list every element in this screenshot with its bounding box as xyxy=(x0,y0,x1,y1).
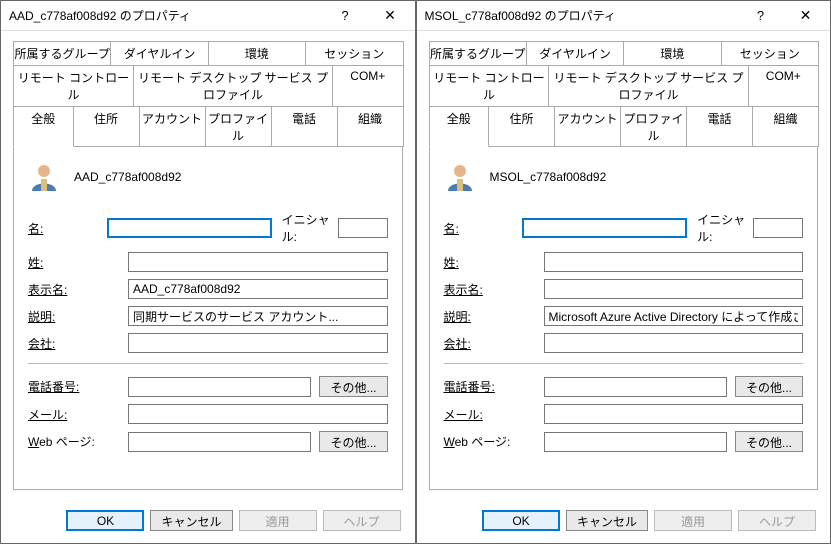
description-input[interactable] xyxy=(128,306,388,326)
initials-input[interactable] xyxy=(338,218,388,238)
tab-session[interactable]: セッション xyxy=(305,41,403,65)
ok-button[interactable]: OK xyxy=(66,510,144,531)
user-icon xyxy=(444,161,476,193)
first-name-input[interactable] xyxy=(107,218,272,238)
phone-other-button[interactable]: その他... xyxy=(319,376,387,397)
label-company: 会社: xyxy=(28,335,128,352)
phone-input[interactable] xyxy=(544,377,727,397)
last-name-input[interactable] xyxy=(544,252,804,272)
help-button[interactable]: ? xyxy=(738,2,783,30)
tab-groups[interactable]: 所属するグループ xyxy=(13,41,111,65)
last-name-input[interactable] xyxy=(128,252,388,272)
tab-strip: 所属するグループ ダイヤルイン 環境 セッション リモート コントロール リモー… xyxy=(13,41,403,147)
tab-address[interactable]: 住所 xyxy=(488,106,555,147)
tab-dialin[interactable]: ダイヤルイン xyxy=(110,41,208,65)
user-display-name: AAD_c778af008d92 xyxy=(74,170,181,184)
tab-panel-general: AAD_c778af008d92 名: イニシャル: 姓: 表示名: 説明: xyxy=(13,146,403,490)
label-initials: イニシャル: xyxy=(282,211,332,245)
dialog-footer: OK キャンセル 適用 ヘルプ xyxy=(1,500,415,543)
tab-complus[interactable]: COM+ xyxy=(332,65,403,106)
label-desc: 説明: xyxy=(444,308,544,325)
tab-strip: 所属するグループ ダイヤルイン 環境 セッション リモート コントロール リモー… xyxy=(429,41,819,147)
first-name-input[interactable] xyxy=(522,218,687,238)
tab-profile[interactable]: プロファイル xyxy=(205,106,272,147)
label-mail: メール: xyxy=(28,406,128,423)
tab-environment[interactable]: 環境 xyxy=(208,41,306,65)
tab-complus[interactable]: COM+ xyxy=(748,65,819,106)
web-other-button[interactable]: その他... xyxy=(319,431,387,452)
tab-address[interactable]: 住所 xyxy=(73,106,140,147)
label-company: 会社: xyxy=(444,335,544,352)
tab-environment[interactable]: 環境 xyxy=(623,41,721,65)
divider xyxy=(444,363,804,364)
tab-org[interactable]: 組織 xyxy=(752,106,819,147)
label-web: Web ページ: xyxy=(28,433,128,450)
tab-phone[interactable]: 電話 xyxy=(271,106,338,147)
tab-account[interactable]: アカウント xyxy=(554,106,621,147)
label-initials: イニシャル: xyxy=(697,211,747,245)
display-name-input[interactable] xyxy=(544,279,804,299)
label-phone: 電話番号: xyxy=(28,378,128,395)
label-last: 姓: xyxy=(28,254,128,271)
initials-input[interactable] xyxy=(753,218,803,238)
label-first: 名: xyxy=(444,220,523,237)
mail-input[interactable] xyxy=(128,404,388,424)
label-web: Web ページ: xyxy=(444,433,544,450)
tab-general[interactable]: 全般 xyxy=(13,106,74,147)
label-first: 名: xyxy=(28,220,107,237)
tab-remotectrl[interactable]: リモート コントロール xyxy=(429,65,550,106)
company-input[interactable] xyxy=(128,333,388,353)
close-button[interactable]: ✕ xyxy=(783,2,828,30)
tab-remotectrl[interactable]: リモート コントロール xyxy=(13,65,134,106)
tab-profile[interactable]: プロファイル xyxy=(620,106,687,147)
cancel-button[interactable]: キャンセル xyxy=(566,510,648,531)
phone-other-button[interactable]: その他... xyxy=(735,376,803,397)
web-other-button[interactable]: その他... xyxy=(735,431,803,452)
tab-groups[interactable]: 所属するグループ xyxy=(429,41,527,65)
titlebar: MSOL_c778af008d92 のプロパティ ? ✕ xyxy=(417,1,831,31)
label-display: 表示名: xyxy=(28,281,128,298)
company-input[interactable] xyxy=(544,333,804,353)
properties-dialog: AAD_c778af008d92 のプロパティ ? ✕ 所属するグループ ダイヤ… xyxy=(0,0,416,544)
label-mail: メール: xyxy=(444,406,544,423)
titlebar: AAD_c778af008d92 のプロパティ ? ✕ xyxy=(1,1,415,31)
label-phone: 電話番号: xyxy=(444,378,544,395)
divider xyxy=(28,363,388,364)
phone-input[interactable] xyxy=(128,377,311,397)
cancel-button[interactable]: キャンセル xyxy=(150,510,232,531)
tab-phone[interactable]: 電話 xyxy=(686,106,753,147)
web-input[interactable] xyxy=(544,432,727,452)
help-button-footer: ヘルプ xyxy=(323,510,401,531)
description-input[interactable] xyxy=(544,306,804,326)
tab-rds-profile[interactable]: リモート デスクトップ サービス プロファイル xyxy=(133,65,333,106)
dialog-footer: OK キャンセル 適用 ヘルプ xyxy=(417,500,831,543)
tab-account[interactable]: アカウント xyxy=(139,106,206,147)
label-display: 表示名: xyxy=(444,281,544,298)
display-name-input[interactable] xyxy=(128,279,388,299)
properties-dialog: MSOL_c778af008d92 のプロパティ ? ✕ 所属するグループ ダイ… xyxy=(416,0,831,544)
mail-input[interactable] xyxy=(544,404,804,424)
label-desc: 説明: xyxy=(28,308,128,325)
tab-dialin[interactable]: ダイヤルイン xyxy=(526,41,624,65)
apply-button: 適用 xyxy=(654,510,732,531)
ok-button[interactable]: OK xyxy=(482,510,560,531)
help-button-footer: ヘルプ xyxy=(738,510,816,531)
user-display-name: MSOL_c778af008d92 xyxy=(490,170,607,184)
user-icon xyxy=(28,161,60,193)
apply-button: 適用 xyxy=(239,510,317,531)
label-last: 姓: xyxy=(444,254,544,271)
tab-org[interactable]: 組織 xyxy=(337,106,404,147)
window-title: MSOL_c778af008d92 のプロパティ xyxy=(425,7,739,24)
tab-general[interactable]: 全般 xyxy=(429,106,490,147)
tab-panel-general: MSOL_c778af008d92 名: イニシャル: 姓: 表示名: 説明: xyxy=(429,146,819,490)
web-input[interactable] xyxy=(128,432,311,452)
tab-rds-profile[interactable]: リモート デスクトップ サービス プロファイル xyxy=(548,65,748,106)
tab-session[interactable]: セッション xyxy=(721,41,819,65)
help-button[interactable]: ? xyxy=(323,2,368,30)
dialog-body: 所属するグループ ダイヤルイン 環境 セッション リモート コントロール リモー… xyxy=(1,31,415,500)
close-button[interactable]: ✕ xyxy=(368,2,413,30)
window-title: AAD_c778af008d92 のプロパティ xyxy=(9,7,323,24)
dialog-body: 所属するグループ ダイヤルイン 環境 セッション リモート コントロール リモー… xyxy=(417,31,831,500)
